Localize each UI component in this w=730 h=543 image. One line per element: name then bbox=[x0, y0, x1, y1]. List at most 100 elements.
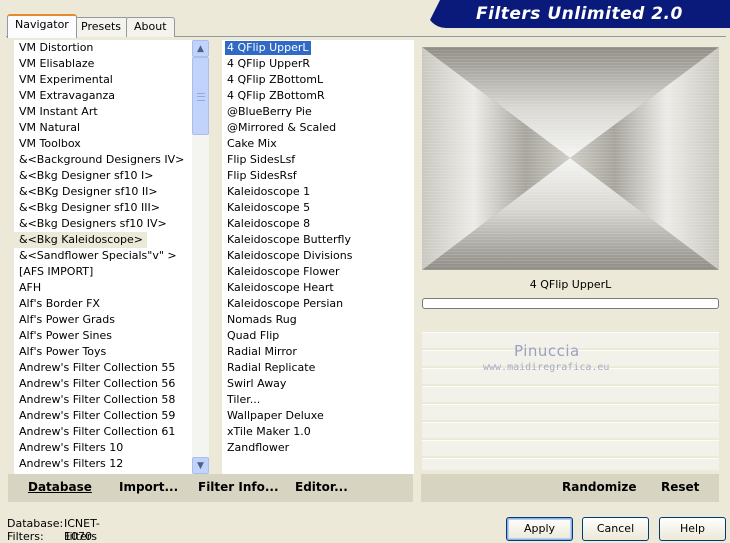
progress-bar bbox=[422, 298, 719, 309]
list-item-label: Radial Mirror bbox=[227, 345, 297, 358]
list-item[interactable]: 4 QFlip UpperR bbox=[222, 56, 414, 72]
list-item[interactable]: Tiler... bbox=[222, 392, 414, 408]
list-item[interactable]: Alf's Power Grads bbox=[14, 312, 192, 328]
category-list[interactable]: VM Distortion VM Elisablaze VM Experimenta… bbox=[14, 40, 192, 474]
list-item[interactable]: Wallpaper Deluxe bbox=[222, 408, 414, 424]
list-item[interactable]: Radial Mirror bbox=[222, 344, 414, 360]
list-item-label: Kaleidoscope 1 bbox=[227, 185, 311, 198]
list-item[interactable]: Kaleidoscope 1 bbox=[222, 184, 414, 200]
list-item[interactable]: &<Bkg Designer sf10 I> bbox=[14, 168, 192, 184]
right-toolbar: Randomize Reset bbox=[421, 474, 719, 502]
list-item-label: Radial Replicate bbox=[227, 361, 316, 374]
list-item[interactable]: &<Sandflower Specials"v" > bbox=[14, 248, 192, 264]
list-item-label: VM Elisablaze bbox=[19, 57, 95, 70]
list-item-label: &<BKg Designer sf10 II> bbox=[19, 185, 158, 198]
editor-button[interactable]: Editor... bbox=[295, 480, 348, 494]
list-item-label: Wallpaper Deluxe bbox=[227, 409, 324, 422]
reset-button[interactable]: Reset bbox=[661, 480, 699, 494]
category-scrollbar[interactable]: ▲ ▼ bbox=[192, 40, 209, 474]
list-item[interactable]: VM Extravaganza bbox=[14, 88, 192, 104]
list-item-label: Andrew's Filter Collection 55 bbox=[19, 361, 176, 374]
database-button[interactable]: Database bbox=[28, 480, 92, 494]
list-item[interactable]: [AFS IMPORT] bbox=[14, 264, 192, 280]
parameter-row bbox=[422, 458, 719, 470]
list-item[interactable]: Alf's Power Toys bbox=[14, 344, 192, 360]
list-item[interactable]: Andrew's Filter Collection 58 bbox=[14, 392, 192, 408]
list-item-label: Tiler... bbox=[227, 393, 261, 406]
list-item[interactable]: Andrew's Filters 10 bbox=[14, 440, 192, 456]
list-item[interactable]: &<BKg Designer sf10 II> bbox=[14, 184, 192, 200]
list-item[interactable]: Zandflower bbox=[222, 440, 414, 456]
list-item[interactable]: Andrew's Filter Collection 59 bbox=[14, 408, 192, 424]
list-item-label: Kaleidoscope Flower bbox=[227, 265, 340, 278]
scroll-down-icon[interactable]: ▼ bbox=[192, 457, 209, 474]
randomize-button[interactable]: Randomize bbox=[562, 480, 636, 494]
list-item[interactable]: Alf's Border FX bbox=[14, 296, 192, 312]
list-item[interactable]: Cake Mix bbox=[222, 136, 414, 152]
list-item[interactable]: AFH bbox=[14, 280, 192, 296]
list-item[interactable]: Kaleidoscope Persian bbox=[222, 296, 414, 312]
list-item[interactable]: Alf's Power Sines bbox=[14, 328, 192, 344]
watermark-url: www.maidiregrafica.eu bbox=[483, 362, 610, 373]
status-database-label: Database: bbox=[7, 517, 64, 530]
list-item-label: VM Experimental bbox=[19, 73, 113, 86]
list-item-label: &<Sandflower Specials"v" > bbox=[19, 249, 177, 262]
list-item-label: Alf's Power Toys bbox=[19, 345, 107, 358]
list-item[interactable]: VM Distortion bbox=[14, 40, 192, 56]
list-item[interactable]: VM Elisablaze bbox=[14, 56, 192, 72]
list-item[interactable]: Kaleidoscope Divisions bbox=[222, 248, 414, 264]
list-item[interactable]: VM Experimental bbox=[14, 72, 192, 88]
list-item-label: 4 QFlip ZBottomL bbox=[227, 73, 324, 86]
list-item[interactable]: Andrew's Filter Collection 56 bbox=[14, 376, 192, 392]
list-item[interactable]: &<Bkg Designer sf10 III> bbox=[14, 200, 192, 216]
list-item[interactable]: Flip SidesLsf bbox=[222, 152, 414, 168]
tab-about[interactable]: About bbox=[126, 17, 175, 37]
help-button[interactable]: Help bbox=[659, 517, 726, 541]
list-item[interactable]: Andrew's Filters 12 bbox=[14, 456, 192, 472]
list-item[interactable]: Kaleidoscope Heart bbox=[222, 280, 414, 296]
list-item[interactable]: &<Bkg Designers sf10 IV> bbox=[14, 216, 192, 232]
apply-button[interactable]: Apply bbox=[506, 517, 573, 541]
list-item[interactable]: Swirl Away bbox=[222, 376, 414, 392]
list-item[interactable]: Andrew's Filter Collection 61 bbox=[14, 424, 192, 440]
filter-list[interactable]: 4 QFlip UpperL 4 QFlip UpperR 4 QFlip ZBot… bbox=[222, 40, 414, 474]
list-item-label: AFH bbox=[19, 281, 42, 294]
list-item[interactable]: Kaleidoscope 8 bbox=[222, 216, 414, 232]
list-item[interactable]: &<Bkg Kaleidoscope> bbox=[14, 232, 148, 248]
list-item[interactable]: VM Toolbox bbox=[14, 136, 192, 152]
list-item-label: Kaleidoscope 5 bbox=[227, 201, 311, 214]
list-item[interactable]: Andrew's Filter Collection 55 bbox=[14, 360, 192, 376]
list-item[interactable]: Nomads Rug bbox=[222, 312, 414, 328]
scroll-up-icon[interactable]: ▲ bbox=[192, 40, 209, 57]
list-item-label: Zandflower bbox=[227, 441, 290, 454]
list-item[interactable]: xTile Maker 1.0 bbox=[222, 424, 414, 440]
left-toolbar: Database Import... Filter Info... Editor… bbox=[8, 474, 413, 502]
list-item[interactable]: 4 QFlip ZBottomR bbox=[222, 88, 414, 104]
list-item[interactable]: VM Instant Art bbox=[14, 104, 192, 120]
tab-presets[interactable]: Presets bbox=[73, 17, 130, 37]
tab-navigator[interactable]: Navigator bbox=[7, 14, 77, 38]
status-filters-label: Filters: bbox=[7, 530, 44, 543]
import-button[interactable]: Import... bbox=[119, 480, 178, 494]
list-item[interactable]: Kaleidoscope 5 bbox=[222, 200, 414, 216]
list-item-label: &<Background Designers IV> bbox=[19, 153, 185, 166]
cancel-button[interactable]: Cancel bbox=[582, 517, 649, 541]
list-item[interactable]: @Mirrored & Scaled bbox=[222, 120, 414, 136]
list-item[interactable]: @BlueBerry Pie bbox=[222, 104, 414, 120]
list-item-label: Kaleidoscope Divisions bbox=[227, 249, 353, 262]
list-item-label: Andrew's Filters 10 bbox=[19, 441, 124, 454]
list-item[interactable]: Kaleidoscope Butterfly bbox=[222, 232, 414, 248]
list-item[interactable]: &<Background Designers IV> bbox=[14, 152, 192, 168]
list-item[interactable]: Radial Replicate bbox=[222, 360, 414, 376]
list-item-label: VM Natural bbox=[19, 121, 81, 134]
list-item[interactable]: Kaleidoscope Flower bbox=[222, 264, 414, 280]
list-item[interactable]: Flip SidesRsf bbox=[222, 168, 414, 184]
list-item[interactable]: 4 QFlip UpperL bbox=[222, 40, 414, 56]
list-item[interactable]: VM Natural bbox=[14, 120, 192, 136]
preview-kaleidoscope-graphic bbox=[422, 47, 719, 270]
filter-info-button[interactable]: Filter Info... bbox=[198, 480, 279, 494]
scroll-thumb[interactable] bbox=[192, 57, 209, 135]
list-item[interactable]: Quad Flip bbox=[222, 328, 414, 344]
list-item[interactable]: 4 QFlip ZBottomL bbox=[222, 72, 414, 88]
list-item-label: Andrew's Filter Collection 58 bbox=[19, 393, 176, 406]
